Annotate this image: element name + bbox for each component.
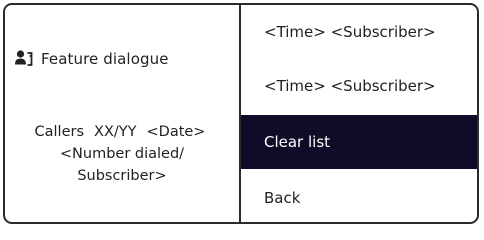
left-panel: Feature dialogue Callers XX/YY <Date> <N…: [5, 5, 239, 222]
menu-item-back[interactable]: Back: [241, 171, 477, 222]
menu-item-caller-2[interactable]: <Time> <Subscriber>: [241, 59, 477, 113]
phone-display: Feature dialogue Callers XX/YY <Date> <N…: [3, 3, 479, 224]
number-dialed-line2: Subscriber>: [77, 168, 167, 184]
menu-item-caller-1[interactable]: <Time> <Subscriber>: [241, 5, 477, 59]
call-date: <Date>: [146, 124, 206, 140]
menu-item-clear-list[interactable]: Clear list: [241, 115, 477, 169]
menu-list: <Time> <Subscriber> <Time> <Subscriber> …: [241, 5, 477, 222]
number-dialed-line1: <Number dialed/: [59, 146, 185, 162]
callers-label: Callers: [34, 124, 85, 140]
person-key-icon: [14, 49, 34, 69]
caller-count: XX/YY: [94, 124, 137, 140]
feature-header: Feature dialogue: [14, 49, 169, 69]
feature-title: Feature dialogue: [41, 50, 169, 68]
caller-info: Callers XX/YY <Date> <Number dialed/ Sub…: [5, 121, 239, 187]
